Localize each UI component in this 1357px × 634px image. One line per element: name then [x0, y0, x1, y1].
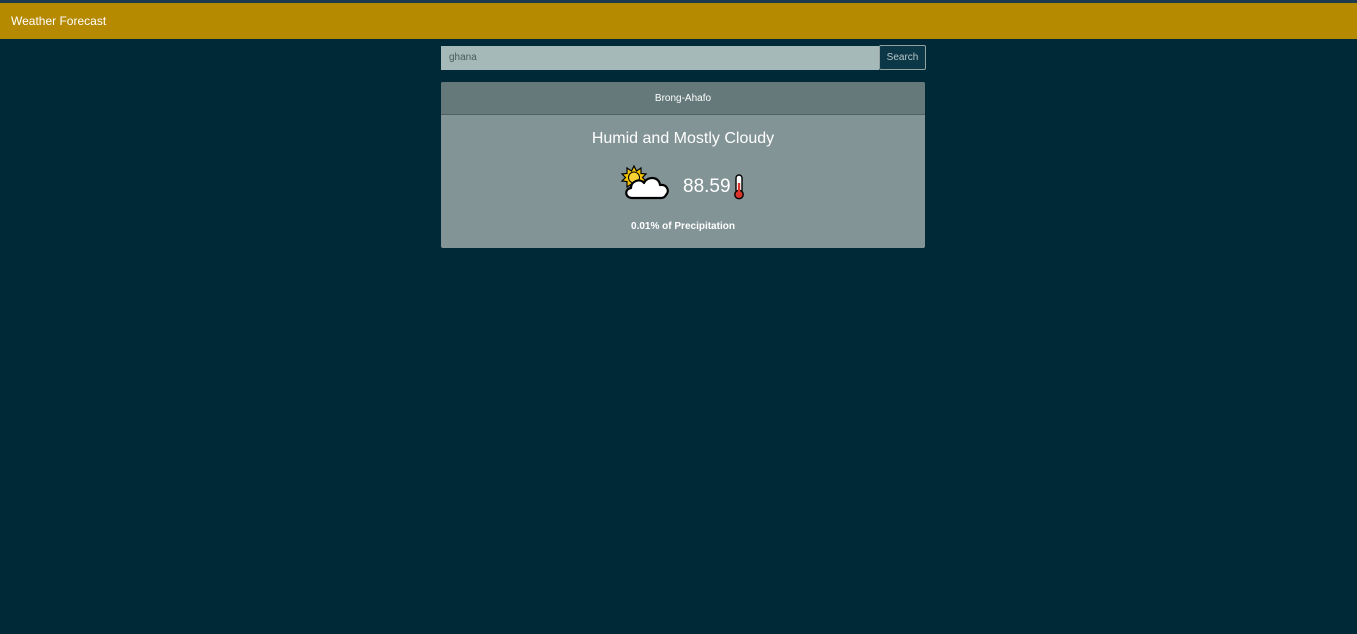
navbar: Weather Forecast: [0, 3, 1357, 39]
location-header: Brong-Ahafo: [441, 82, 925, 115]
weather-condition: Humid and Mostly Cloudy: [591, 130, 775, 147]
thermometer-icon: [734, 174, 744, 200]
temperature-value: 88.59: [683, 176, 731, 197]
forecast-body: Humid and Mostly Cloudy 88.59: [441, 115, 925, 212]
temperature-row: 88.59: [441, 162, 925, 212]
forecast-card: Brong-Ahafo Humid and Mostly Cloudy 88.5…: [441, 82, 925, 248]
search-input[interactable]: [441, 45, 879, 70]
partly-cloudy-icon: [620, 164, 669, 200]
search-button[interactable]: Search: [879, 45, 926, 70]
location-name: Brong-Ahafo: [654, 92, 712, 104]
search-bar: Search: [441, 45, 926, 70]
app-title[interactable]: Weather Forecast: [11, 14, 106, 28]
precipitation-text: 0.01% of Precipitation: [631, 221, 735, 232]
